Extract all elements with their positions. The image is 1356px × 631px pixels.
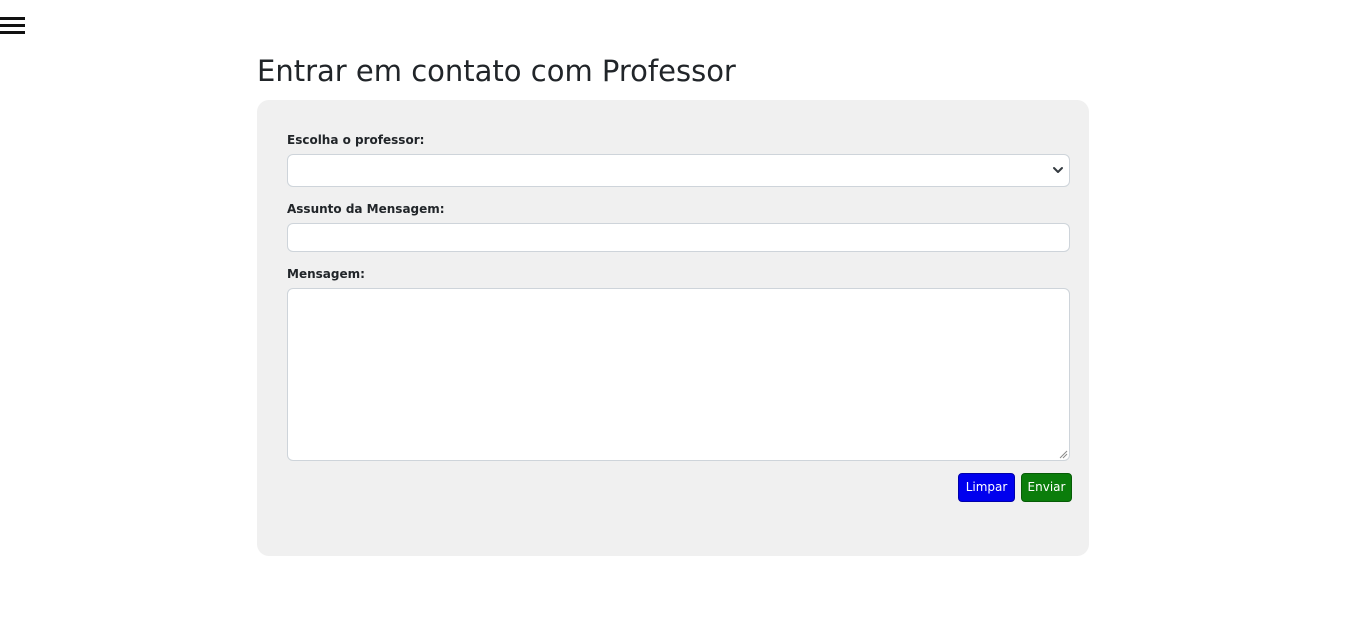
chevron-down-icon <box>1053 167 1063 173</box>
teacher-select[interactable] <box>287 154 1070 187</box>
clear-button[interactable]: Limpar <box>958 473 1015 502</box>
send-button[interactable]: Enviar <box>1021 473 1072 502</box>
subject-input-label: Assunto da Mensagem: <box>287 202 445 216</box>
contact-form-card: Escolha o professor: Assunto da Mensagem… <box>257 100 1089 556</box>
subject-input[interactable] <box>287 223 1070 252</box>
menu-bar-bottom <box>0 31 25 34</box>
menu-bar-top <box>0 17 25 20</box>
hamburger-menu-icon[interactable] <box>0 17 26 37</box>
menu-bar-middle <box>0 24 25 27</box>
message-textarea-label: Mensagem: <box>287 267 365 281</box>
page-title: Entrar em contato com Professor <box>257 54 736 88</box>
resize-grip-icon[interactable] <box>1059 450 1068 459</box>
message-textarea[interactable] <box>287 288 1070 461</box>
teacher-select-label: Escolha o professor: <box>287 133 425 147</box>
